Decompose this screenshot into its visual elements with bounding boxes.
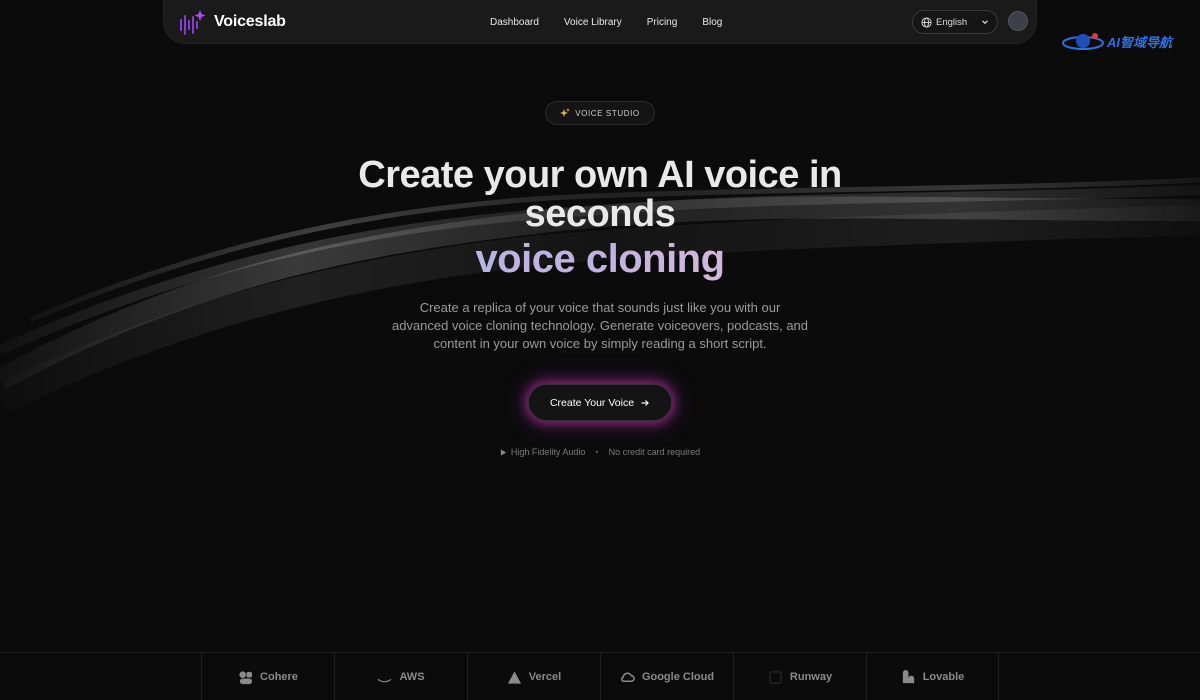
partner-label: Vercel <box>528 671 562 683</box>
partner-runway: Runway <box>733 653 866 700</box>
nav-link-voice-library[interactable]: Voice Library <box>564 17 622 28</box>
hero-description: Create a replica of your voice that soun… <box>391 300 809 351</box>
partner-label: Lovable <box>922 671 965 683</box>
planet-logo-icon <box>1062 33 1104 50</box>
watermark-logo: AI智域导航 <box>1062 28 1182 54</box>
hero-title-line2: seconds <box>524 193 676 235</box>
partner-label: Cohere <box>260 671 298 683</box>
partner-label: AWS <box>399 671 425 683</box>
watermark-text: AI智域导航 <box>1107 34 1173 50</box>
meta-high-fidelity: High Fidelity Audio <box>500 447 586 457</box>
partner-lovable: Lovable <box>866 653 999 700</box>
voice-studio-badge: VOICE STUDIO <box>545 101 655 125</box>
partner-logos: Cohere AWS Vercel Google Cloud Runway Lo… <box>0 652 1200 700</box>
page: Voiceslab Dashboard Voice Library Pricin… <box>0 0 1200 700</box>
globe-icon <box>921 16 932 28</box>
nav-link-pricing[interactable]: Pricing <box>647 17 678 28</box>
partner-vercel: Vercel <box>467 653 600 700</box>
sparkles-icon <box>560 108 571 117</box>
nav-link-dashboard[interactable]: Dashboard <box>490 17 539 28</box>
avatar[interactable] <box>1008 11 1028 31</box>
partner-google-cloud: Google Cloud <box>600 653 733 700</box>
meta-separator: • <box>595 447 599 457</box>
vercel-icon <box>507 670 521 684</box>
soundwave-logo-icon <box>180 9 206 35</box>
arrow-right-icon <box>641 399 649 406</box>
nav-links: Dashboard Voice Library Pricing Blog <box>490 0 722 44</box>
top-navbar: Voiceslab Dashboard Voice Library Pricin… <box>163 0 1037 44</box>
hero-meta: High Fidelity Audio • No credit card req… <box>400 447 800 457</box>
partner-label: Runway <box>789 671 833 683</box>
play-icon <box>500 448 506 456</box>
nav-link-blog[interactable]: Blog <box>702 17 722 28</box>
meta-left-label: High Fidelity Audio <box>510 447 586 457</box>
partner-label: Google Cloud <box>641 671 715 683</box>
google-cloud-icon <box>620 672 635 682</box>
hero-title-line1: Create your own AI voice in <box>358 154 842 196</box>
hero-title: Create your own AI voice in seconds <box>300 156 900 234</box>
partner-aws: AWS <box>334 653 467 700</box>
create-voice-button[interactable]: Create Your Voice <box>528 384 672 421</box>
runway-icon <box>769 670 782 684</box>
cta-label: Create Your Voice <box>549 396 635 409</box>
meta-right-label: No credit card required <box>608 447 701 457</box>
hero-title-highlight: voice cloning <box>300 237 900 281</box>
brand[interactable]: Voiceslab <box>178 8 286 36</box>
lovable-icon <box>902 669 914 683</box>
language-selector[interactable]: English <box>912 10 998 34</box>
cohere-icon <box>239 670 253 684</box>
aws-icon <box>378 678 392 682</box>
badge-label: VOICE STUDIO <box>575 108 640 118</box>
partner-cohere: Cohere <box>201 653 334 700</box>
chevron-down-icon <box>982 20 988 25</box>
language-label: English <box>936 16 968 28</box>
brand-name: Voiceslab <box>214 12 286 30</box>
